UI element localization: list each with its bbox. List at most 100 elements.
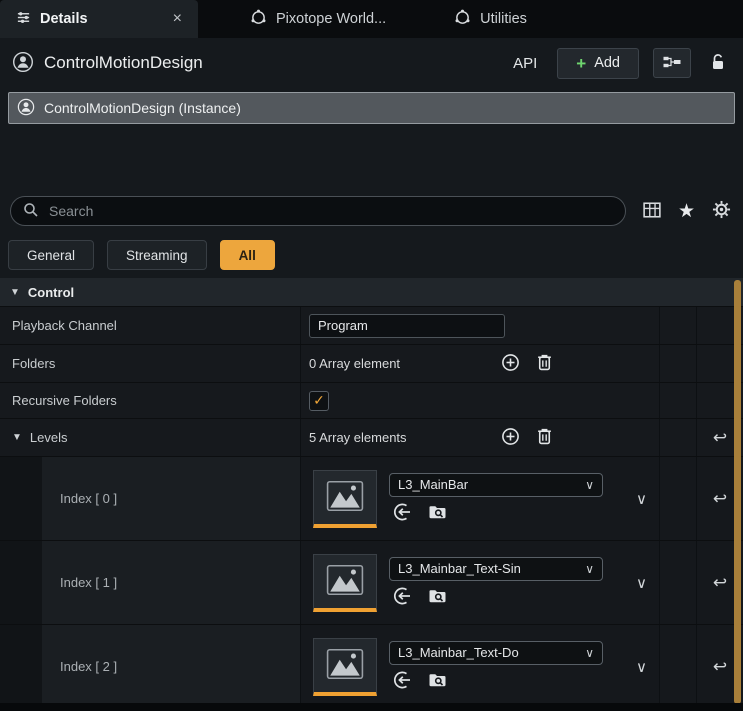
utilities-icon — [454, 9, 471, 30]
recursive-folders-checkbox[interactable]: ✓ — [309, 391, 329, 411]
grid-view-button[interactable] — [643, 201, 661, 222]
search-input[interactable] — [47, 202, 613, 220]
api-button[interactable]: API — [507, 51, 543, 76]
add-element-button[interactable] — [501, 353, 520, 375]
property-value: L3_Mainbar_Text-Sin ∨ ∨ — [300, 541, 659, 624]
use-selected-asset-icon[interactable] — [393, 502, 413, 525]
close-icon[interactable]: × — [173, 10, 182, 28]
blueprint-graph-button[interactable] — [653, 48, 691, 78]
instance-row[interactable]: ControlMotionDesign (Instance) — [8, 92, 735, 124]
delete-elements-button[interactable] — [536, 353, 553, 374]
header-actions: API + Add — [507, 48, 731, 79]
property-label: Index [ 2 ] — [0, 625, 300, 708]
row-levels: ▼ Levels 5 Array elements ↩ — [0, 419, 743, 457]
vertical-scrollbar[interactable] — [734, 280, 741, 704]
plus-icon: + — [576, 55, 586, 72]
search-box[interactable] — [10, 196, 626, 226]
row-folders: Folders 0 Array element — [0, 345, 743, 383]
tab-details[interactable]: Details × — [0, 0, 198, 38]
array-count: 0 Array element — [309, 356, 489, 371]
instance-label: ControlMotionDesign (Instance) — [44, 100, 241, 116]
row-playback-channel: Playback Channel — [0, 307, 743, 345]
details-panel: Details × Pixotope World... Utilities Co… — [0, 0, 743, 711]
browse-to-asset-icon[interactable] — [427, 586, 448, 609]
asset-select[interactable]: L3_Mainbar_Text-Do ∨ — [389, 641, 603, 665]
actor-icon — [17, 98, 35, 119]
search-icon — [23, 202, 39, 221]
reset-to-default-button[interactable]: ↩ — [713, 658, 727, 675]
row-level-index-0: Index [ 0 ] L3_MainBar ∨ — [0, 457, 743, 541]
level-asset-icon — [326, 480, 364, 515]
chevron-down-icon: ∨ — [585, 646, 594, 660]
property-label: Playback Channel — [0, 307, 300, 344]
property-value: 5 Array elements — [300, 419, 659, 456]
browse-to-asset-icon[interactable] — [427, 670, 448, 693]
lock-button[interactable] — [705, 49, 731, 77]
tab-utilities[interactable]: Utilities — [438, 0, 543, 38]
expand-chevron-icon[interactable]: ∨ — [636, 490, 647, 508]
page-title: ControlMotionDesign — [44, 53, 203, 73]
node-graph-icon — [663, 55, 681, 72]
row-level-index-1: Index [ 1 ] L3_Mainbar_Text-Sin ∨ — [0, 541, 743, 625]
property-label: Index [ 1 ] — [0, 541, 300, 624]
property-label: Index [ 0 ] — [0, 457, 300, 540]
array-count: 5 Array elements — [309, 430, 489, 445]
delete-elements-button[interactable] — [536, 427, 553, 448]
triangle-down-icon[interactable]: ▼ — [12, 432, 22, 443]
property-value: ✓ — [300, 383, 659, 418]
reset-to-default-button[interactable]: ↩ — [713, 429, 727, 446]
add-button[interactable]: + Add — [557, 48, 639, 79]
filter-streaming[interactable]: Streaming — [107, 240, 207, 270]
empty-area — [0, 124, 743, 190]
browse-to-asset-icon[interactable] — [427, 502, 448, 525]
filter-bar: General Streaming All — [0, 232, 743, 278]
actor-icon — [12, 51, 34, 76]
add-button-label: Add — [594, 55, 620, 71]
tab-label: Pixotope World... — [276, 11, 386, 27]
reset-to-default-button[interactable]: ↩ — [713, 574, 727, 591]
asset-thumbnail[interactable] — [313, 470, 377, 528]
property-grid: ▼ Control Playback Channel Folders 0 Arr… — [0, 278, 743, 708]
asset-select[interactable]: L3_Mainbar_Text-Sin ∨ — [389, 557, 603, 581]
filter-all[interactable]: All — [220, 240, 275, 270]
use-selected-asset-icon[interactable] — [393, 670, 413, 693]
level-asset-icon — [326, 564, 364, 599]
tab-label: Details — [40, 11, 88, 27]
property-value — [300, 307, 659, 344]
add-element-button[interactable] — [501, 427, 520, 449]
panel-bottom-edge — [0, 703, 743, 711]
asset-thumbnail[interactable] — [313, 638, 377, 696]
chevron-down-icon: ∨ — [585, 478, 594, 492]
property-label: ▼ Levels — [0, 419, 300, 456]
section-label: Control — [28, 285, 74, 300]
asset-select[interactable]: L3_MainBar ∨ — [389, 473, 603, 497]
tab-pixotope-world[interactable]: Pixotope World... — [234, 0, 402, 38]
use-selected-asset-icon[interactable] — [393, 586, 413, 609]
row-level-index-2: Index [ 2 ] L3_Mainbar_Text-Do ∨ — [0, 625, 743, 709]
section-control[interactable]: ▼ Control — [0, 278, 743, 307]
search-actions: ★ — [643, 200, 733, 222]
check-icon: ✓ — [313, 392, 325, 409]
settings-gear-button[interactable] — [712, 200, 731, 222]
property-label: Recursive Folders — [0, 383, 300, 418]
property-label: Folders — [0, 345, 300, 382]
details-icon — [16, 10, 31, 29]
property-value: 0 Array element — [300, 345, 659, 382]
filter-general[interactable]: General — [8, 240, 94, 270]
expand-chevron-icon[interactable]: ∨ — [636, 574, 647, 592]
panel-header: ControlMotionDesign API + Add — [0, 38, 743, 88]
tab-label: Utilities — [480, 11, 527, 27]
unlock-icon — [710, 53, 726, 74]
chevron-down-icon: ∨ — [585, 562, 594, 576]
search-row: ★ — [0, 190, 743, 232]
reset-to-default-button[interactable]: ↩ — [713, 490, 727, 507]
asset-thumbnail[interactable] — [313, 554, 377, 612]
expand-chevron-icon[interactable]: ∨ — [636, 658, 647, 676]
property-value: L3_Mainbar_Text-Do ∨ ∨ — [300, 625, 659, 708]
tab-bar: Details × Pixotope World... Utilities — [0, 0, 743, 38]
favorites-button[interactable]: ★ — [678, 202, 695, 221]
row-recursive-folders: Recursive Folders ✓ — [0, 383, 743, 419]
level-asset-icon — [326, 648, 364, 683]
playback-channel-input[interactable] — [309, 314, 505, 338]
triangle-down-icon: ▼ — [10, 287, 20, 298]
